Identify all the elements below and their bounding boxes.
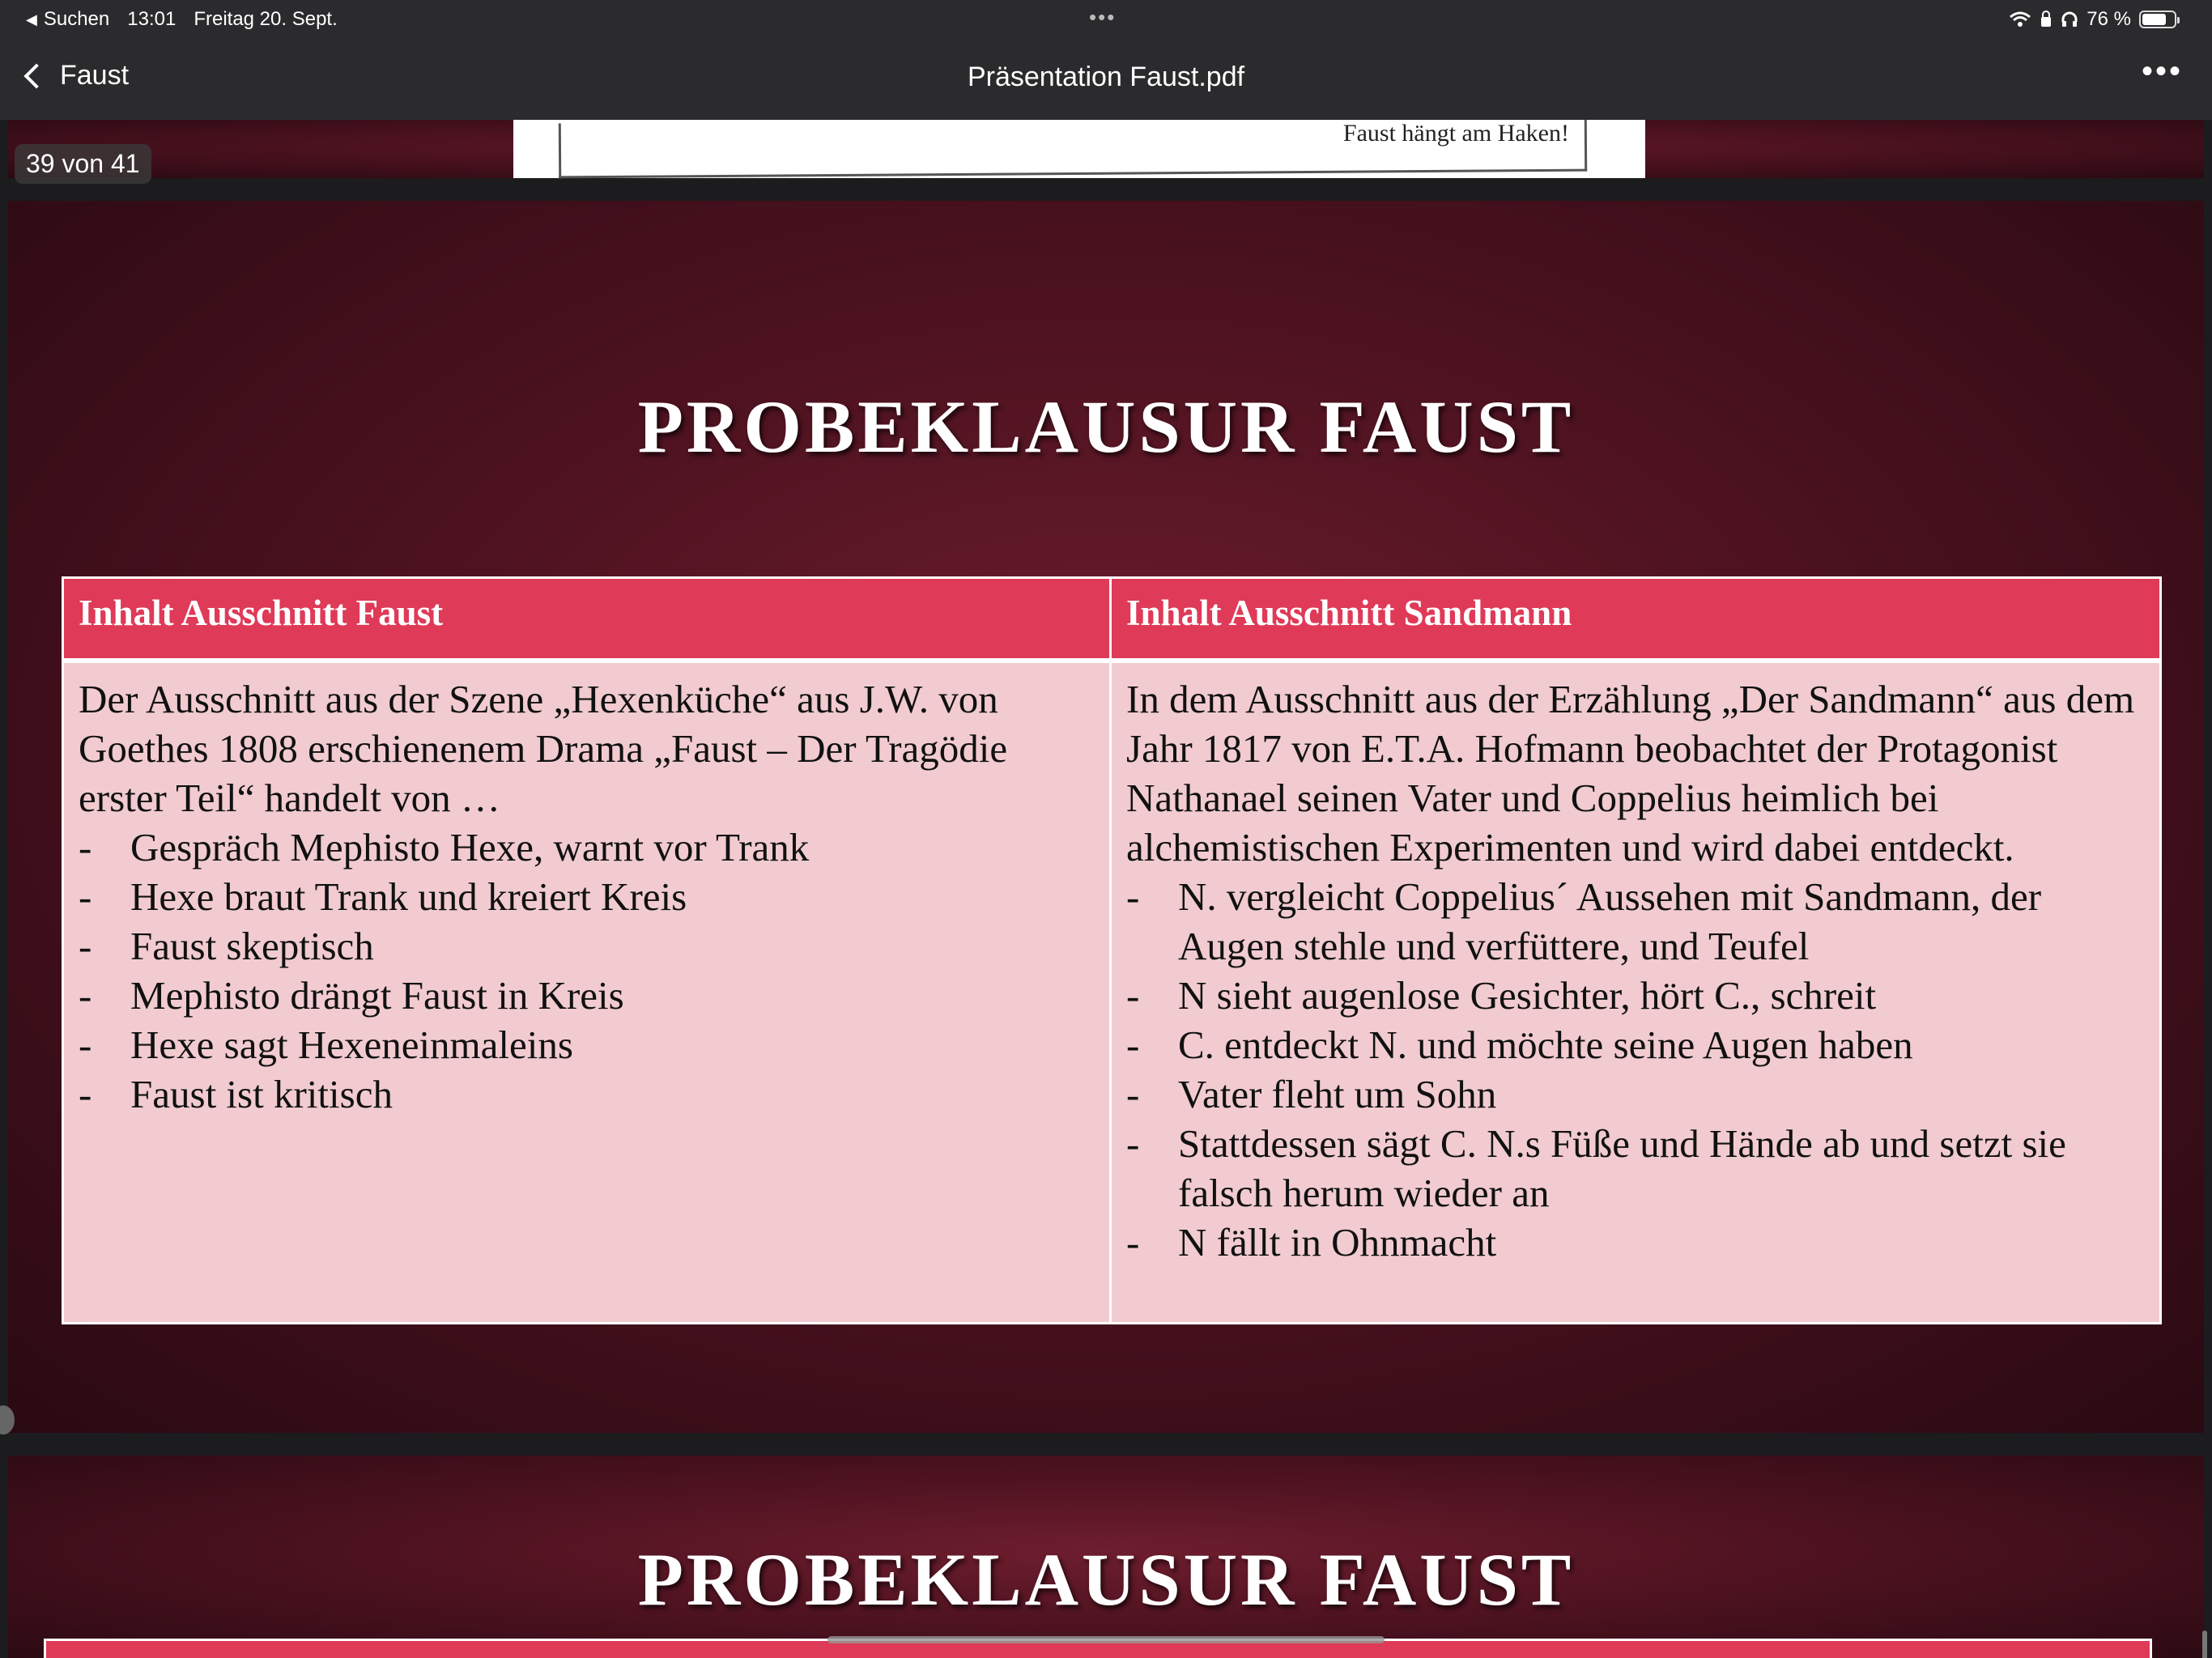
slide-title: PROBEKLAUSUR FAUST bbox=[637, 385, 1575, 468]
table-cell-faust: Der Ausschnitt aus der Szene „Hexenküche… bbox=[64, 663, 1112, 1322]
list-item: Vater fleht um Sohn bbox=[1126, 1069, 2145, 1119]
faust-intro-text: Der Ausschnitt aus der Szene „Hexenküche… bbox=[79, 677, 1008, 820]
list-item: Gespräch Mephisto Hexe, warnt vor Trank bbox=[79, 823, 1095, 872]
list-item: Hexe sagt Hexeneinmaleins bbox=[79, 1020, 1095, 1069]
back-to-app-icon[interactable]: ◀ bbox=[26, 11, 37, 28]
table-header-sandmann: Inhalt Ausschnitt Sandmann bbox=[1112, 579, 2159, 663]
pdf-viewer[interactable]: Faust hängt am Haken! 39 von 41 PROBEKLA… bbox=[0, 120, 2212, 1658]
scrollbar[interactable] bbox=[2202, 1630, 2207, 1658]
previous-page-caption: Faust hängt am Haken! bbox=[1342, 120, 1569, 147]
headphones-icon bbox=[2061, 11, 2078, 27]
previous-page[interactable]: Faust hängt am Haken! bbox=[8, 120, 2204, 179]
nav-bar: Faust Präsentation Faust.pdf ••• bbox=[0, 39, 2212, 120]
sandmann-intro-text: In dem Ausschnitt aus der Erzählung „Der… bbox=[1126, 677, 2135, 869]
status-left[interactable]: ◀ Suchen 13:01 Freitag 20. Sept. bbox=[26, 8, 338, 31]
list-item: Mephisto drängt Faust in Kreis bbox=[79, 971, 1095, 1020]
wifi-icon bbox=[2010, 11, 2031, 27]
list-item: Stattdessen sägt C. N.s Füße und Hände a… bbox=[1126, 1119, 2145, 1218]
previous-page-document: Faust hängt am Haken! bbox=[513, 120, 1645, 179]
lock-rotation-icon bbox=[2041, 11, 2052, 27]
list-item: N fällt in Ohnmacht bbox=[1126, 1218, 2145, 1267]
back-to-app-label[interactable]: Suchen bbox=[44, 8, 109, 31]
page-indicator: 39 von 41 bbox=[15, 144, 151, 184]
status-bar: ◀ Suchen 13:01 Freitag 20. Sept. ••• 76 … bbox=[0, 0, 2212, 39]
status-time: 13:01 bbox=[127, 8, 177, 30]
home-indicator[interactable] bbox=[827, 1636, 1385, 1643]
list-item: Hexe braut Trank und kreiert Kreis bbox=[79, 872, 1095, 921]
next-page[interactable]: PROBEKLAUSUR FAUST bbox=[8, 1456, 2204, 1658]
battery-fill bbox=[2142, 14, 2166, 25]
status-date: Freitag 20. Sept. bbox=[194, 8, 338, 30]
list-item: N. vergleicht Coppelius´ Aussehen mit Sa… bbox=[1126, 872, 2145, 971]
comparison-table: Inhalt Ausschnitt Faust Inhalt Ausschnit… bbox=[62, 576, 2162, 1324]
current-page[interactable]: PROBEKLAUSUR FAUST Inhalt Ausschnitt Fau… bbox=[8, 201, 2204, 1433]
document-title: Präsentation Faust.pdf bbox=[967, 62, 1245, 92]
multitasking-dots-icon[interactable]: ••• bbox=[1089, 5, 1116, 30]
list-item: Faust ist kritisch bbox=[79, 1069, 1095, 1119]
list-item: N sieht augenlose Gesichter, hört C., sc… bbox=[1126, 971, 2145, 1020]
sandmann-bullet-list: N. vergleicht Coppelius´ Aussehen mit Sa… bbox=[1126, 872, 2145, 1267]
next-slide-title: PROBEKLAUSUR FAUST bbox=[637, 1538, 1575, 1621]
status-right: 76 % bbox=[2009, 8, 2180, 31]
list-item: Faust skeptisch bbox=[79, 921, 1095, 971]
more-options-icon[interactable]: ••• bbox=[2142, 53, 2183, 90]
battery-icon bbox=[2139, 11, 2180, 28]
table-cell-sandmann: In dem Ausschnitt aus der Erzählung „Der… bbox=[1112, 663, 2159, 1322]
battery-percent: 76 % bbox=[2087, 8, 2131, 30]
faust-bullet-list: Gespräch Mephisto Hexe, warnt vor Trank … bbox=[79, 823, 1095, 1119]
table-header-faust: Inhalt Ausschnitt Faust bbox=[64, 579, 1112, 663]
list-item: C. entdeckt N. und möchte seine Augen ha… bbox=[1126, 1020, 2145, 1069]
